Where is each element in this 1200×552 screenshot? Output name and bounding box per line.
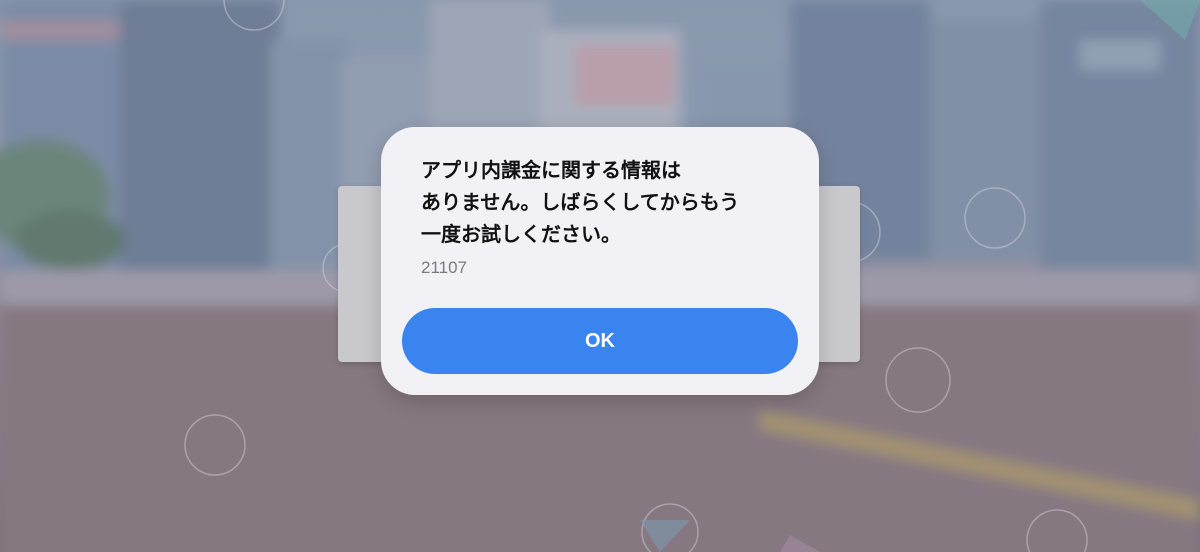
game-scene: アプリ内課金に関する情報は ありません。しばらくしてからもう 一度お試しください… [0,0,1200,552]
alert-message: アプリ内課金に関する情報は ありません。しばらくしてからもう 一度お試しください… [421,158,740,246]
ok-button[interactable]: OK [402,308,798,374]
alert-dialog: アプリ内課金に関する情報は ありません。しばらくしてからもう 一度お試しください… [381,127,819,395]
error-code: 21107 [421,258,468,277]
